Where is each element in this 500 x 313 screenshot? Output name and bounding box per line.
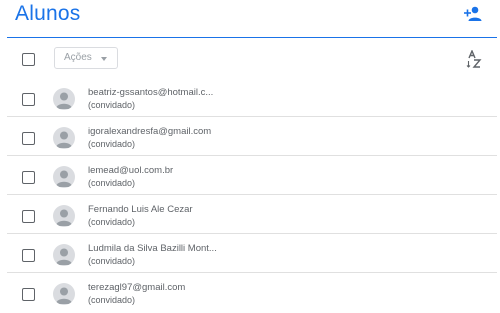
student-name: lemead@uol.com.br (88, 165, 174, 176)
student-checkbox[interactable] (22, 288, 35, 301)
student-checkbox[interactable] (22, 210, 35, 223)
person-icon (56, 92, 72, 109)
list-item[interactable]: Ludmila da Silva Bazilli Mont... (convid… (0, 234, 500, 273)
student-status: (convidado) (88, 178, 136, 188)
student-checkbox[interactable] (22, 132, 35, 145)
student-status: (convidado) (88, 100, 136, 110)
student-name: beatriz-gssantos@hotmail.c... (88, 87, 214, 98)
avatar (53, 127, 75, 149)
list-item[interactable]: Fernando Luis Ale Cezar (convidado) (0, 195, 500, 234)
list-item[interactable]: beatriz-gssantos@hotmail.c... (convidado… (0, 78, 500, 117)
student-name: Fernando Luis Ale Cezar (88, 204, 193, 215)
person-icon (56, 131, 72, 148)
header: Alunos (0, 0, 500, 38)
avatar (53, 88, 75, 110)
sort-button[interactable] (466, 49, 482, 68)
student-name: terezagl97@gmail.com (88, 282, 186, 293)
person-icon (56, 170, 72, 187)
person-icon (56, 248, 72, 265)
toolbar: Ações (0, 44, 500, 74)
person-add-icon (464, 6, 482, 21)
page-title: Alunos (15, 2, 81, 25)
list-item[interactable]: igoralexandresfa@gmail.com (convidado) (0, 117, 500, 156)
student-name: igoralexandresfa@gmail.com (88, 126, 212, 137)
actions-dropdown-label: Ações (64, 52, 92, 63)
student-status: (convidado) (88, 139, 136, 149)
student-checkbox[interactable] (22, 249, 35, 262)
student-name: Ludmila da Silva Bazilli Mont... (88, 243, 217, 254)
header-divider (7, 37, 497, 38)
avatar (53, 283, 75, 305)
student-status: (convidado) (88, 256, 136, 266)
student-status: (convidado) (88, 295, 136, 305)
student-status: (convidado) (88, 217, 136, 227)
list-item[interactable]: lemead@uol.com.br (convidado) (0, 156, 500, 195)
invite-student-button[interactable] (462, 4, 484, 24)
student-list: beatriz-gssantos@hotmail.c... (convidado… (0, 78, 500, 312)
avatar (53, 244, 75, 266)
sort-az-icon (466, 49, 482, 68)
student-checkbox[interactable] (22, 171, 35, 184)
actions-dropdown[interactable]: Ações (54, 47, 118, 69)
list-item[interactable]: terezagl97@gmail.com (convidado) (0, 273, 500, 312)
person-icon (56, 209, 72, 226)
chevron-down-icon (101, 57, 107, 61)
person-icon (56, 287, 72, 304)
avatar (53, 205, 75, 227)
select-all-checkbox[interactable] (22, 53, 35, 66)
student-checkbox[interactable] (22, 93, 35, 106)
avatar (53, 166, 75, 188)
